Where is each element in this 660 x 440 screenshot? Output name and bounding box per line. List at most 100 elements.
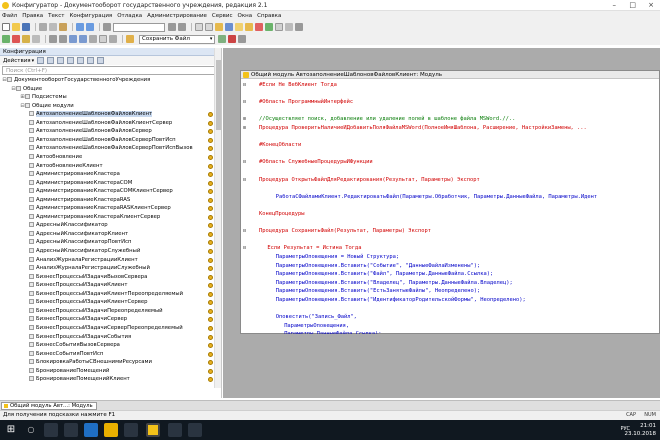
tree-item[interactable]: АвтозаполнениеШаблоновФайловСерверПовтИс… — [0, 136, 214, 145]
menu-administration[interactable]: Администрирование — [147, 13, 207, 19]
tree-item[interactable]: БронированиеПомещенийКлиент — [0, 375, 214, 384]
step-into-icon[interactable] — [32, 35, 40, 43]
tree-item[interactable]: БлокировкаРаботыСВнешнимиРесурсами — [0, 358, 214, 367]
tree-item[interactable]: АвтозаполнениеШаблоновФайловКлиент — [0, 110, 214, 119]
window-icon[interactable] — [195, 23, 203, 31]
tree-item[interactable]: АвтозаполнениеШаблоновФайловСерверПовтИс… — [0, 144, 214, 153]
tree-item[interactable]: БизнесСобытияПовтИсп — [0, 350, 214, 359]
module-icon[interactable] — [126, 35, 134, 43]
windows-start-icon[interactable]: ⊞ — [4, 423, 18, 437]
fold-collapse-icon[interactable]: ⊟ — [243, 176, 248, 184]
tree-item[interactable]: АдминистрированиеКластера — [0, 170, 214, 179]
tree-item[interactable]: БизнесПроцессыИЗадачиСерверПереопределяе… — [0, 324, 214, 333]
add-icon[interactable] — [37, 57, 45, 64]
tree-item[interactable]: АдминистрированиеКластераRAS — [0, 196, 214, 205]
filter-icon[interactable] — [97, 57, 105, 64]
search-combo[interactable] — [113, 22, 165, 32]
comment-icon[interactable] — [69, 35, 77, 43]
indent-icon[interactable] — [49, 35, 57, 43]
save-icon[interactable] — [22, 23, 30, 31]
browser-icon[interactable] — [84, 423, 98, 437]
tree-item[interactable]: АдресныйКлассификаторКлиент — [0, 230, 214, 239]
bookmark-icon[interactable] — [228, 35, 237, 43]
menu-debug[interactable]: Отладка — [117, 13, 142, 19]
menu-file[interactable]: Файл — [2, 13, 17, 19]
tree-item[interactable]: ⊟ Общие — [0, 85, 214, 94]
run-icon[interactable] — [265, 23, 273, 31]
tree-item[interactable]: АнализЖурналаРегистрацииКлиент — [0, 256, 214, 265]
tree-item[interactable]: АвтозаполнениеШаблоновФайловСервер — [0, 127, 214, 136]
fold-collapse-icon[interactable]: ⊟ — [243, 227, 248, 235]
debug-start-icon[interactable] — [2, 35, 10, 43]
tree-item[interactable]: ⊟ ДокументооборотГосударственногоУчрежден… — [0, 76, 214, 85]
menu-service[interactable]: Сервис — [212, 13, 233, 19]
maximize-button[interactable]: □ — [629, 1, 636, 9]
tree-item[interactable]: АдресныйКлассификаторПовтИсп — [0, 238, 214, 247]
menu-help[interactable]: Справка — [257, 13, 281, 19]
tree-item[interactable]: ⊟ Общие модули — [0, 102, 214, 111]
tree-item[interactable]: БизнесСобытияВызовСервера — [0, 341, 214, 350]
app-icon[interactable] — [168, 423, 182, 437]
fold-expand-icon[interactable]: ⊞ — [243, 124, 248, 132]
fold-expand-icon[interactable]: ⊞ — [243, 115, 248, 123]
tree-item[interactable]: БизнесПроцессыИЗадачиВызовСервера — [0, 273, 214, 282]
tree-item[interactable]: АдминистрированиеКластераCOMКлиентСервер — [0, 187, 214, 196]
tree-item[interactable]: АвтообновлениеКлиент — [0, 162, 214, 171]
config-icon[interactable] — [215, 23, 223, 31]
properties-icon[interactable] — [205, 23, 213, 31]
update-icon[interactable] — [245, 23, 253, 31]
tree-item[interactable]: АдресныйКлассификатор — [0, 221, 214, 230]
procedure-selector[interactable]: Сохранить Файл ▾ — [139, 34, 216, 44]
tree-item[interactable]: БронированиеПомещений — [0, 367, 214, 376]
folder-icon[interactable] — [235, 23, 243, 31]
chevron-down-icon[interactable]: ▾ — [32, 58, 35, 64]
stop-icon[interactable] — [255, 23, 263, 31]
redo-icon[interactable] — [86, 23, 94, 31]
scrollbar-thumb[interactable] — [216, 60, 221, 130]
fold-collapse-icon[interactable]: ⊟ — [243, 244, 248, 252]
clock[interactable]: 21:01 23.10.2018 — [625, 422, 657, 438]
move-down-icon[interactable] — [77, 57, 85, 64]
tree-item[interactable]: БизнесПроцессыИЗадачиКлиентПереопределяе… — [0, 290, 214, 299]
new-icon[interactable] — [2, 23, 10, 31]
tree-item[interactable]: ⊞ Подсистемы — [0, 93, 214, 102]
fold-collapse-icon[interactable]: ⊟ — [243, 98, 248, 106]
uncomment-icon[interactable] — [79, 35, 87, 43]
step-icon[interactable] — [285, 23, 293, 31]
breakpoint-icon[interactable] — [22, 35, 30, 43]
sort-icon[interactable] — [87, 57, 95, 64]
tree-search-input[interactable]: Поиск (Ctrl+F) — [2, 66, 219, 75]
toolbar-dropdown-icon[interactable] — [238, 35, 247, 43]
find-icon[interactable] — [103, 23, 111, 31]
tree-scrollbar[interactable] — [214, 48, 221, 388]
tree-item[interactable]: БизнесПроцессыИЗадачиПереопределяемый — [0, 307, 214, 316]
menu-configuration[interactable]: Конфигурация — [69, 13, 112, 19]
tree-item[interactable]: АнализЖурналаРегистрацииСлужебный — [0, 264, 214, 273]
db-icon[interactable] — [225, 23, 233, 31]
delete-icon[interactable] — [57, 57, 65, 64]
menu-windows[interactable]: Окна — [237, 13, 252, 19]
paste-icon[interactable] — [59, 23, 67, 31]
tree-item[interactable]: БизнесПроцессыИЗадачиСобытия — [0, 333, 214, 342]
procedures-icon[interactable] — [99, 35, 107, 43]
menu-edit[interactable]: Правка — [22, 13, 43, 19]
fold-collapse-icon[interactable]: ⊟ — [243, 158, 248, 166]
fold-collapse-icon[interactable]: ⊟ — [243, 81, 248, 89]
tree-item[interactable]: АвтозаполнениеШаблоновФайловКлиентСервер — [0, 119, 214, 128]
goto-line-icon[interactable] — [109, 35, 117, 43]
tree-item[interactable]: АдресныйКлассификаторСлужебный — [0, 247, 214, 256]
tree-item[interactable]: БизнесПроцессыИЗадачиКлиент — [0, 281, 214, 290]
syntax-check-icon[interactable] — [89, 35, 97, 43]
minimize-button[interactable]: – — [613, 1, 617, 9]
undo-icon[interactable] — [76, 23, 84, 31]
tree-item[interactable]: Автообновление — [0, 153, 214, 162]
onec-app-icon[interactable] — [146, 423, 160, 437]
search-icon[interactable]: ○ — [24, 423, 38, 437]
tree-item[interactable]: АдминистрированиеКластераCOM — [0, 179, 214, 188]
tab-module[interactable]: Общий модуль Авт...: Модуль — [1, 402, 97, 410]
cut-icon[interactable] — [39, 23, 47, 31]
store-icon[interactable] — [124, 423, 138, 437]
copy-icon[interactable] — [49, 23, 57, 31]
tree-item[interactable]: БизнесПроцессыИЗадачиКлиентСервер — [0, 298, 214, 307]
move-up-icon[interactable] — [67, 57, 75, 64]
